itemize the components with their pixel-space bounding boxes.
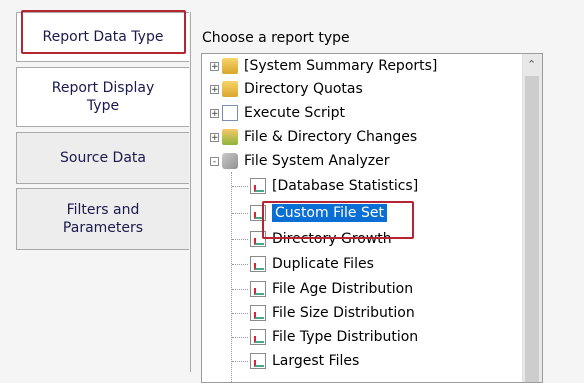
tree-item-file-type-distribution[interactable]: File Type Distribution bbox=[250, 326, 418, 348]
tree-connector bbox=[232, 186, 248, 187]
folder-icon bbox=[222, 81, 238, 97]
tree-connector bbox=[232, 289, 248, 290]
tree-item-directory-quotas[interactable]: + Directory Quotas bbox=[210, 78, 363, 100]
tree-item-label: [System Summary Reports] bbox=[244, 58, 438, 74]
highlight-box-selection bbox=[262, 201, 414, 239]
tree-connector bbox=[231, 172, 232, 382]
tree-connector bbox=[232, 337, 248, 338]
tree-item-file-system-analyzer[interactable]: - File System Analyzer bbox=[210, 150, 389, 172]
analyzer-icon bbox=[222, 153, 238, 169]
report-icon bbox=[250, 305, 266, 321]
tree-item-label: File Size Distribution bbox=[272, 305, 415, 321]
tree-item-label: Duplicate Files bbox=[272, 256, 374, 272]
scroll-up-icon[interactable]: ⌃ bbox=[527, 58, 536, 71]
tab-label: Filters and Parameters bbox=[62, 202, 144, 236]
report-icon bbox=[250, 281, 266, 297]
changes-icon bbox=[222, 129, 238, 145]
report-icon bbox=[250, 256, 266, 272]
collapse-icon[interactable]: - bbox=[210, 156, 219, 166]
folder-icon bbox=[222, 58, 238, 74]
tree-connector bbox=[232, 361, 248, 362]
expand-icon[interactable]: + bbox=[210, 132, 219, 142]
tree-item-label: Largest Files bbox=[272, 353, 360, 369]
tree-item-label: File System Analyzer bbox=[244, 153, 390, 169]
tree-item-label: Execute Script bbox=[244, 105, 346, 121]
report-icon bbox=[250, 329, 266, 345]
tab-label: Report Display Type bbox=[51, 80, 155, 114]
report-icon bbox=[250, 178, 266, 194]
tree-connector bbox=[232, 239, 248, 240]
tree-item-system-summary[interactable]: + [System Summary Reports] bbox=[210, 55, 437, 77]
tree-item-label: File & Directory Changes bbox=[244, 129, 418, 145]
scrollbar-thumb[interactable] bbox=[525, 76, 539, 382]
tree-item-file-age-distribution[interactable]: File Age Distribution bbox=[250, 278, 413, 300]
tree-item-largest-files[interactable]: Largest Files bbox=[250, 350, 359, 372]
tab-source-data[interactable]: Source Data bbox=[16, 132, 189, 184]
panel-heading: Choose a report type bbox=[202, 30, 350, 46]
tree-item-duplicate-files[interactable]: Duplicate Files bbox=[250, 253, 374, 275]
highlight-box-tab bbox=[21, 10, 186, 54]
expand-icon[interactable]: + bbox=[210, 108, 219, 118]
tree-item-file-directory-changes[interactable]: + File & Directory Changes bbox=[210, 126, 417, 148]
expand-icon[interactable]: + bbox=[210, 84, 219, 94]
tab-label: Source Data bbox=[60, 150, 146, 166]
tree-connector bbox=[232, 264, 248, 265]
tree-item-label: File Type Distribution bbox=[272, 329, 419, 345]
expand-icon[interactable]: + bbox=[210, 61, 219, 71]
tree-item-database-statistics[interactable]: [Database Statistics] bbox=[250, 175, 418, 197]
tree-item-execute-script[interactable]: + Execute Script bbox=[210, 102, 345, 124]
tree-connector bbox=[232, 313, 248, 314]
tree-item-label: Directory Quotas bbox=[244, 81, 363, 97]
vertical-scrollbar[interactable]: ⌃ bbox=[522, 54, 542, 382]
tree-item-label: [Database Statistics] bbox=[272, 178, 419, 194]
tab-filters-and-parameters[interactable]: Filters and Parameters bbox=[16, 188, 189, 250]
tree-item-label: File Age Distribution bbox=[272, 281, 414, 297]
report-icon bbox=[250, 353, 266, 369]
tree-item-file-size-distribution[interactable]: File Size Distribution bbox=[250, 302, 415, 324]
tree-connector bbox=[232, 213, 248, 214]
tab-report-display-type[interactable]: Report Display Type bbox=[16, 67, 189, 127]
script-icon bbox=[222, 105, 238, 121]
tab-panel-border bbox=[190, 12, 191, 372]
